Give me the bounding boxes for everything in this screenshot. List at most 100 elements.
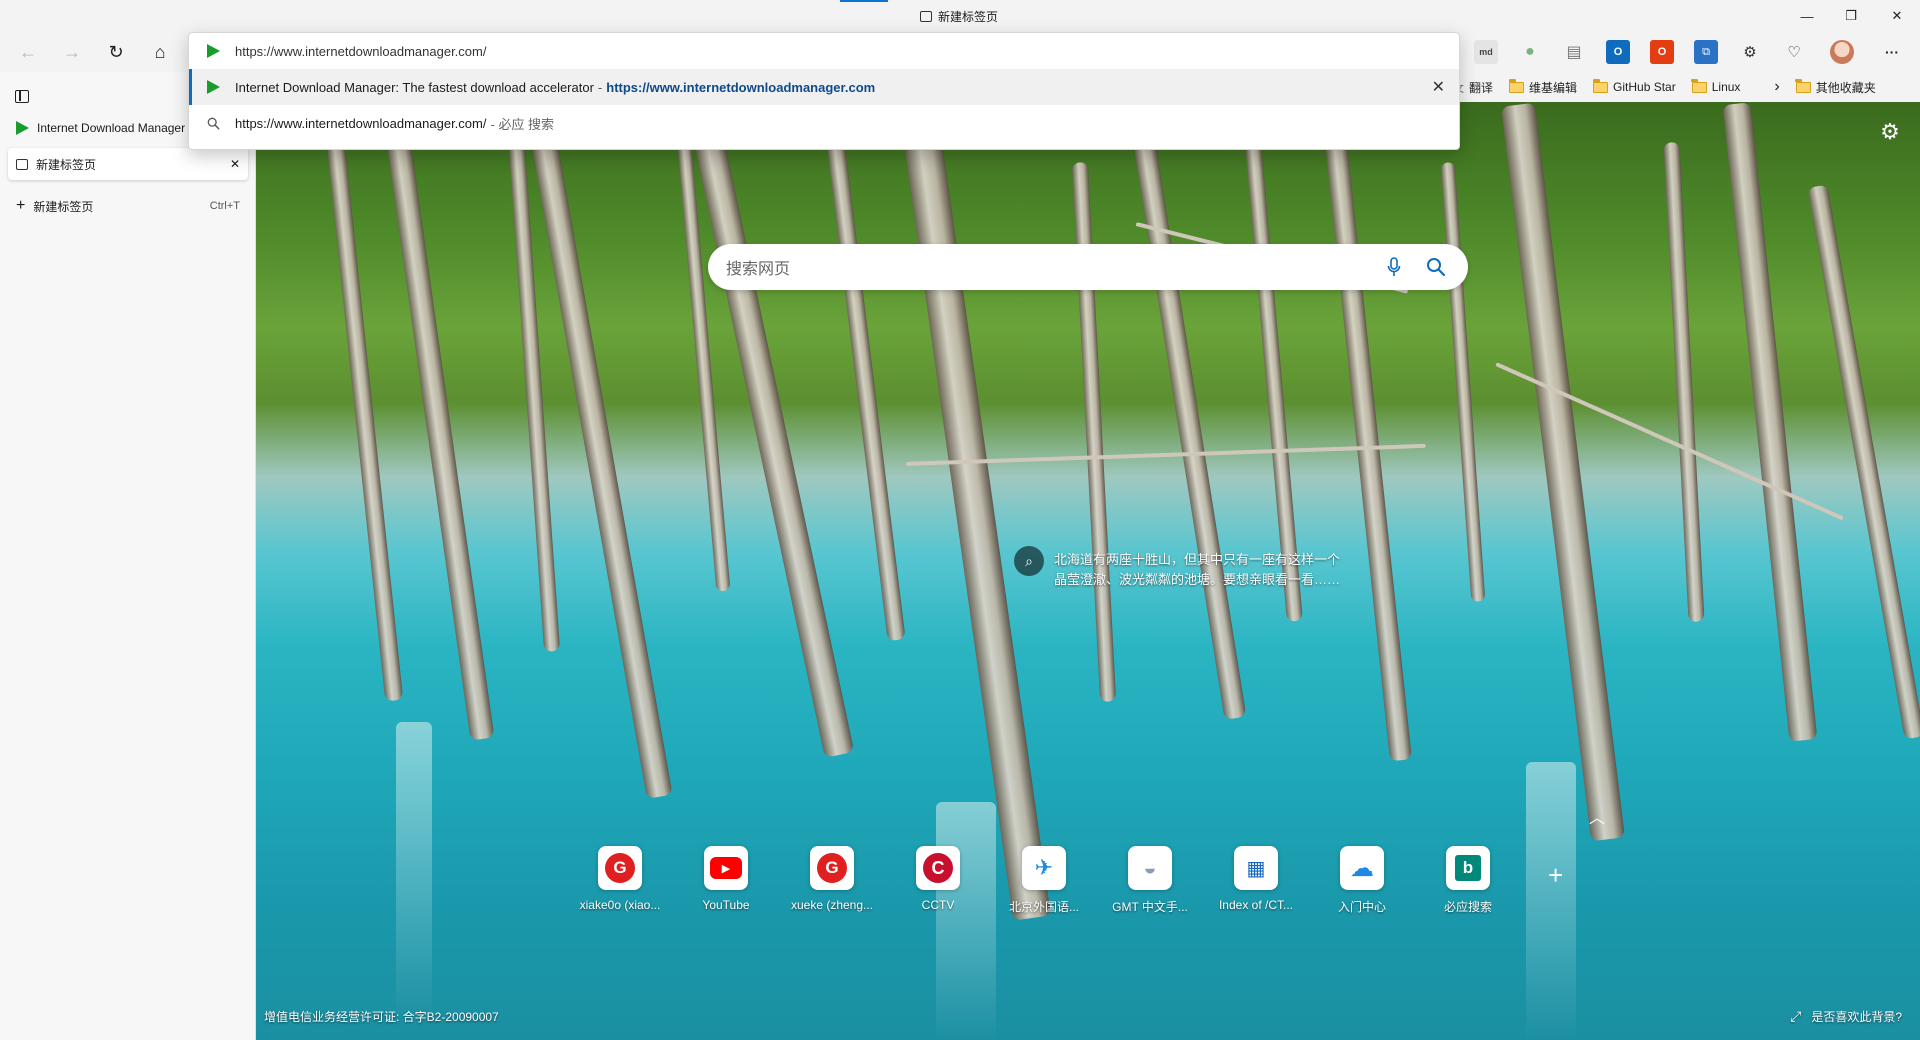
cctv-logo-icon: C [923,853,953,883]
suggestion-bing-search[interactable]: https://www.internetdownloadmanager.com/… [189,105,1459,141]
document-extension-icon[interactable]: ▤ [1562,40,1586,64]
search-icon[interactable] [1422,253,1450,281]
quick-link-bfsu[interactable]: ✈ 北京外国语... [1000,846,1088,915]
page-settings-gear-icon[interactable]: ⚙ [1878,119,1902,144]
home-button[interactable]: ⌂ [144,36,176,68]
quick-link-tile: b [1446,846,1490,890]
other-favorites-folder[interactable]: 其他收藏夹 [1788,78,1884,96]
folder-icon [1508,78,1525,93]
suggestion-separator: - [597,79,603,95]
quick-link-xueke[interactable]: G xueke (zheng... [788,846,876,915]
folder-icon [1691,78,1707,93]
office-extension-icon[interactable]: O [1650,40,1674,64]
quick-link-label: xueke (zheng... [790,898,874,912]
quick-link-youtube[interactable]: ▶ YouTube [682,846,770,915]
gmt-logo-icon: ◒ [1143,855,1157,880]
bookmark-folder-wiki[interactable]: 维基编辑 [1501,78,1585,96]
suggestion-idm-site[interactable]: Internet Download Manager: The fastest d… [189,69,1459,105]
markdown-extension-icon[interactable]: md [1474,40,1498,64]
quick-link-tile: ▦ [1234,846,1278,890]
suggestion-url: https://www.internetdownloadmanager.com [606,79,876,95]
folder-icon [1592,78,1609,93]
extensions-puzzle-icon[interactable]: ⚙ [1738,40,1762,64]
forward-button[interactable]: → [56,36,88,68]
address-bar-input-row[interactable]: https://www.internetdownloadmanager.com/ [189,33,1459,69]
chevron-up-icon[interactable]: ︿ [1589,804,1605,828]
background-feedback-label: 是否喜欢此背景? [1811,1010,1902,1024]
profile-avatar[interactable] [1830,40,1854,64]
site-logo-icon: G [817,853,847,883]
more-menu-button[interactable]: ··· [1876,36,1908,68]
new-tab-page: ☁ 17°C ⚙ 搜索网页 ⌕ 北海道有两座十胜山，但其中只有一座有这样一个晶莹… [256,102,1920,1040]
quick-link-label: xiake0o (xiao... [579,898,661,912]
microphone-icon[interactable] [1380,253,1408,281]
remove-suggestion-close-icon[interactable]: ✕ [1432,77,1445,97]
newtab-icon [920,11,932,22]
window-title: 新建标签页 [920,8,998,25]
quick-link-tile: ▶ [704,846,748,890]
quick-link-label: Index of /CT... [1218,898,1294,912]
quick-link-index[interactable]: ▦ Index of /CT... [1212,846,1300,915]
active-tab-indicator [840,0,888,2]
quick-link-label: 必应搜索 [1443,900,1492,914]
idm-play-icon [16,121,29,135]
search-input[interactable]: 搜索网页 [726,255,1366,279]
outlook-extension-icon[interactable]: O [1606,40,1630,64]
back-button[interactable]: ← [12,36,44,68]
quick-link-bing[interactable]: b 必应搜索 [1424,846,1512,915]
screenshot-extension-icon[interactable]: ⧉ [1694,40,1718,64]
vertical-tabs-sidebar: Internet Download Manager 新建标签页 ✕ + 新建标签… [0,72,256,1040]
address-input[interactable]: https://www.internetdownloadmanager.com/ [235,44,486,59]
web-search-box[interactable]: 搜索网页 [708,244,1468,290]
idm-play-icon [203,41,223,61]
photo-caption: 北海道有两座十胜山，但其中只有一座有这样一个晶莹澄澈、波光粼粼的池塘。要想亲眼看… [1054,552,1341,587]
bookmarks-overflow-chevron-icon[interactable]: › [1766,78,1787,96]
quick-link-tile: ◒ [1128,846,1172,890]
idm-play-icon [203,77,223,97]
quick-link-label: YouTube [702,898,750,912]
folder-icon [1795,78,1811,93]
restore-button[interactable]: ❐ [1828,0,1874,32]
close-window-button[interactable]: ✕ [1874,0,1920,32]
add-quick-link-plus-icon[interactable]: + [1548,860,1563,891]
quick-link-tile: G [598,846,642,890]
youtube-icon: ▶ [710,857,742,879]
cloud-icon: ☁ [1350,854,1374,882]
quick-link-xiake[interactable]: G xiake0o (xiao... [576,846,664,915]
magnifier-icon[interactable]: ⌕ [1014,546,1044,576]
green-circle-extension-icon[interactable]: ● [1518,40,1542,64]
search-icon [203,113,223,133]
quick-links: G xiake0o (xiao... ▶ YouTube G xueke (zh… [576,846,1512,915]
background-photo-info[interactable]: ⌕ 北海道有两座十胜山，但其中只有一座有这样一个晶莹澄澈、波光粼粼的池塘。要想亲… [1014,546,1344,590]
site-logo-icon: G [605,853,635,883]
collapse-tabs-pane-icon[interactable] [12,86,32,106]
bookmark-folder-linux[interactable]: Linux [1684,78,1749,94]
expand-icon: ⤢ [1790,1008,1802,1024]
suggestion-suffix: - 必应 搜索 [490,116,555,132]
license-text[interactable]: 增值电信业务经营许可证: 合字B2-20090007 [264,1008,499,1025]
bookmark-label: 其他收藏夹 [1815,80,1876,95]
suggestion-title: Internet Download Manager: The fastest d… [235,79,594,95]
sidebar-tab-label: 新建标签页 [36,157,97,172]
minimize-button[interactable]: — [1784,0,1830,32]
newtab-icon [16,158,28,170]
sidebar-new-tab-button[interactable]: + 新建标签页 Ctrl+T [8,190,248,222]
bookmark-label: 维基编辑 [1529,80,1578,95]
close-tab-icon[interactable]: ✕ [230,157,240,171]
title-bar: 新建标签页 — ❐ ✕ [0,0,1920,32]
quick-link-gmt[interactable]: ◒ GMT 中文手... [1106,846,1194,915]
bookmark-folder-github[interactable]: GitHub Star [1585,78,1684,94]
sidebar-tab-newtab[interactable]: 新建标签页 ✕ [8,148,248,180]
bookmark-label: GitHub Star [1613,80,1676,94]
address-bar-dropdown: https://www.internetdownloadmanager.com/… [188,32,1460,150]
plus-icon: + [16,197,26,214]
browser-essentials-icon[interactable]: ♡ [1782,40,1806,64]
quick-link-label: GMT 中文手... [1112,900,1188,914]
bookmarks-bar: 文 翻译 维基编辑 GitHub Star Linux › 其他收藏夹 [1440,72,1920,102]
refresh-button[interactable]: ↻ [100,36,132,68]
quick-link-getstarted[interactable]: ☁ 入门中心 [1318,846,1406,915]
quick-link-label: 北京外国语... [1008,900,1079,914]
background-feedback[interactable]: ⤢ 是否喜欢此背景? [1790,1008,1902,1025]
bing-logo-icon: b [1455,855,1481,881]
quick-link-cctv[interactable]: C CCTV [894,846,982,915]
